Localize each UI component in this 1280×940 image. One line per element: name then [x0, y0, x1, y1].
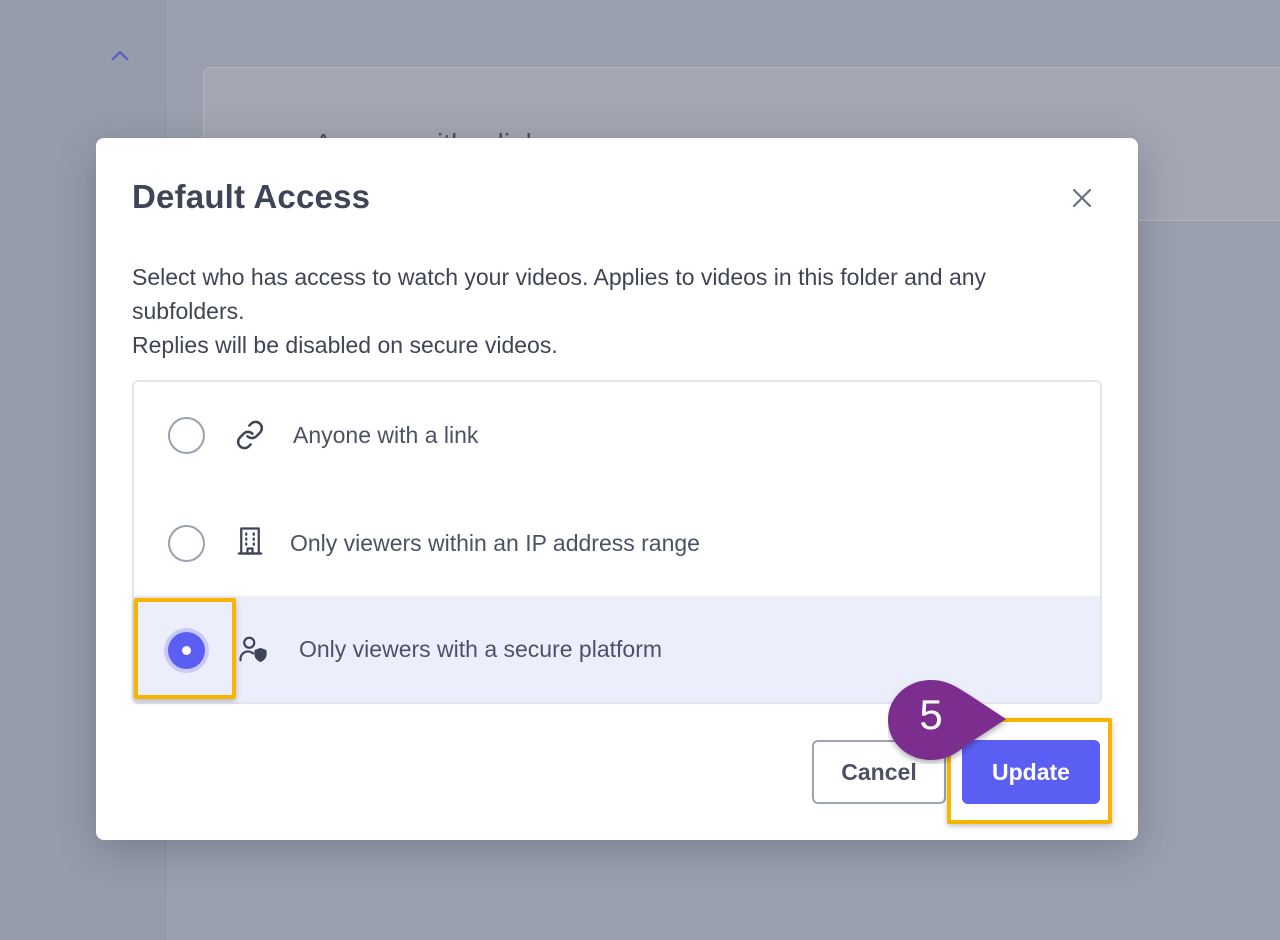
- description-line-2: Replies will be disabled on secure video…: [132, 332, 558, 358]
- radio-anyone-with-link[interactable]: [168, 417, 205, 454]
- user-shield-icon: [239, 636, 267, 662]
- close-icon: [1072, 188, 1092, 208]
- dialog-description: Select who has access to watch your vide…: [132, 260, 1102, 362]
- access-options-list: Anyone with a link Only viewers within a…: [132, 380, 1102, 704]
- close-button[interactable]: [1066, 182, 1098, 214]
- chevron-up-icon: [111, 50, 129, 61]
- step-number: 5: [919, 691, 943, 738]
- building-icon: [237, 527, 263, 555]
- radio-secure-platform[interactable]: [168, 632, 205, 669]
- link-icon: [236, 420, 264, 450]
- option-label-anyone-with-link: Anyone with a link: [293, 422, 479, 448]
- option-label-ip-address-range: Only viewers within an IP address range: [290, 530, 700, 556]
- option-anyone-with-link[interactable]: Anyone with a link: [134, 382, 1100, 490]
- dialog-title: Default Access: [132, 178, 371, 215]
- option-label-secure-platform: Only viewers with a secure platform: [299, 636, 663, 662]
- option-ip-address-range[interactable]: Only viewers within an IP address range: [134, 490, 1100, 596]
- description-line-1: Select who has access to watch your vide…: [132, 264, 987, 324]
- radio-ip-address-range[interactable]: [168, 525, 205, 562]
